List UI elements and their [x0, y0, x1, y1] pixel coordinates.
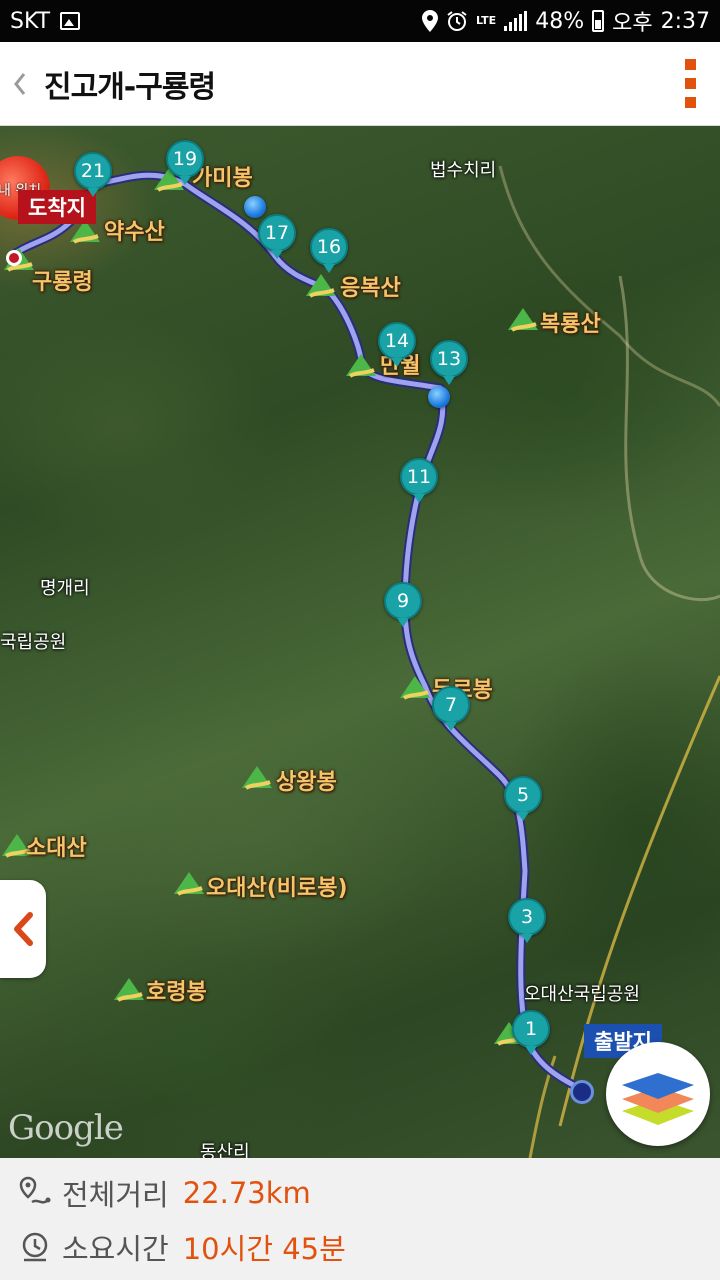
app-toolbar: 진고개-구룡령 — [0, 42, 720, 126]
waypoint-marker[interactable]: 9 — [384, 582, 422, 627]
place-label: 국립공원 — [0, 632, 67, 653]
place-label: 약수산 — [104, 220, 165, 245]
place-label: 응복산 — [340, 276, 401, 301]
waypoint-marker[interactable]: 14 — [378, 322, 416, 367]
waypoint-marker[interactable]: 5 — [504, 776, 542, 821]
place-label: 오대산(비로봉) — [206, 876, 348, 901]
end-marker[interactable] — [6, 250, 22, 266]
place-label: 호령봉 — [146, 980, 207, 1005]
place-label: 오대산국립공원 — [524, 984, 640, 1005]
arrival-flag: 도착지 — [18, 190, 96, 224]
chevron-left-icon — [14, 912, 33, 946]
waypoint-marker[interactable]: 13 — [430, 340, 468, 385]
walking-time-icon — [22, 1232, 48, 1262]
mountain-peak-icon — [400, 676, 430, 700]
distance-value: 22.73km — [182, 1176, 311, 1210]
vertical-dots-icon[interactable] — [660, 42, 720, 126]
battery-percent: 48% — [535, 8, 585, 34]
clock: 2:37 — [660, 8, 710, 34]
start-marker[interactable] — [570, 1080, 594, 1104]
waypoint-marker[interactable]: 1 — [512, 1010, 550, 1055]
place-label: 법수치리 — [430, 160, 497, 181]
blue-pin[interactable] — [244, 196, 266, 218]
google-attribution: Google — [8, 1108, 124, 1148]
place-label: 상왕봉 — [276, 770, 337, 795]
mountain-peak-icon — [306, 274, 336, 298]
time-value: 10시간 45분 — [182, 1232, 346, 1266]
ampm-label: 오후 — [612, 11, 653, 36]
waypoint-marker[interactable]: 19 — [166, 140, 204, 185]
drawer-toggle-button[interactable] — [0, 880, 46, 978]
mountain-peak-icon — [242, 766, 272, 790]
waypoint-marker[interactable]: 7 — [432, 686, 470, 731]
page-title: 진고개-구룡령 — [44, 69, 216, 105]
route-distance-icon — [19, 1176, 51, 1204]
time-label: 소요시간 — [62, 1232, 169, 1266]
place-label: 소대산 — [26, 836, 87, 861]
mountain-peak-icon — [114, 978, 144, 1002]
place-label: 복룡산 — [540, 312, 601, 337]
mountain-peak-icon — [508, 308, 538, 332]
place-label: 동산리 — [200, 1142, 250, 1158]
lte-indicator: LTE — [475, 14, 497, 27]
location-icon — [421, 10, 438, 32]
mountain-peak-icon — [174, 872, 204, 896]
mountain-peak-icon — [346, 354, 376, 378]
signal-icon — [504, 11, 528, 31]
alarm-icon — [447, 11, 467, 31]
waypoint-marker[interactable]: 16 — [310, 228, 348, 273]
map-layers-button[interactable] — [606, 1042, 710, 1146]
map-view[interactable]: 법수치리 복룡산 약수산 구룡령 응복산 만월 가미봉 두로봉 상왕봉 소대산 … — [0, 126, 720, 1158]
status-bar: SKT LTE 48% 오후 2:37 — [0, 0, 720, 42]
image-notification-icon — [60, 12, 81, 30]
time-row: 소요시간 10시간 45분 — [18, 1226, 346, 1268]
route-summary-panel: 전체거리 22.73km 소요시간 10시간 45분 — [0, 1158, 720, 1280]
layers-icon — [622, 1073, 694, 1125]
carrier-label: SKT — [10, 8, 51, 34]
waypoint-marker[interactable]: 3 — [508, 898, 546, 943]
place-label: 구룡령 — [32, 270, 93, 295]
place-label: 명개리 — [40, 578, 90, 599]
waypoint-marker[interactable]: 11 — [400, 458, 438, 503]
waypoint-marker[interactable]: 17 — [258, 214, 296, 259]
distance-label: 전체거리 — [62, 1178, 169, 1212]
distance-row: 전체거리 22.73km — [18, 1172, 311, 1214]
chevron-left-icon[interactable] — [0, 42, 40, 126]
battery-icon — [592, 10, 605, 32]
blue-pin[interactable] — [428, 386, 450, 408]
waypoint-marker[interactable]: 21 — [74, 152, 112, 197]
